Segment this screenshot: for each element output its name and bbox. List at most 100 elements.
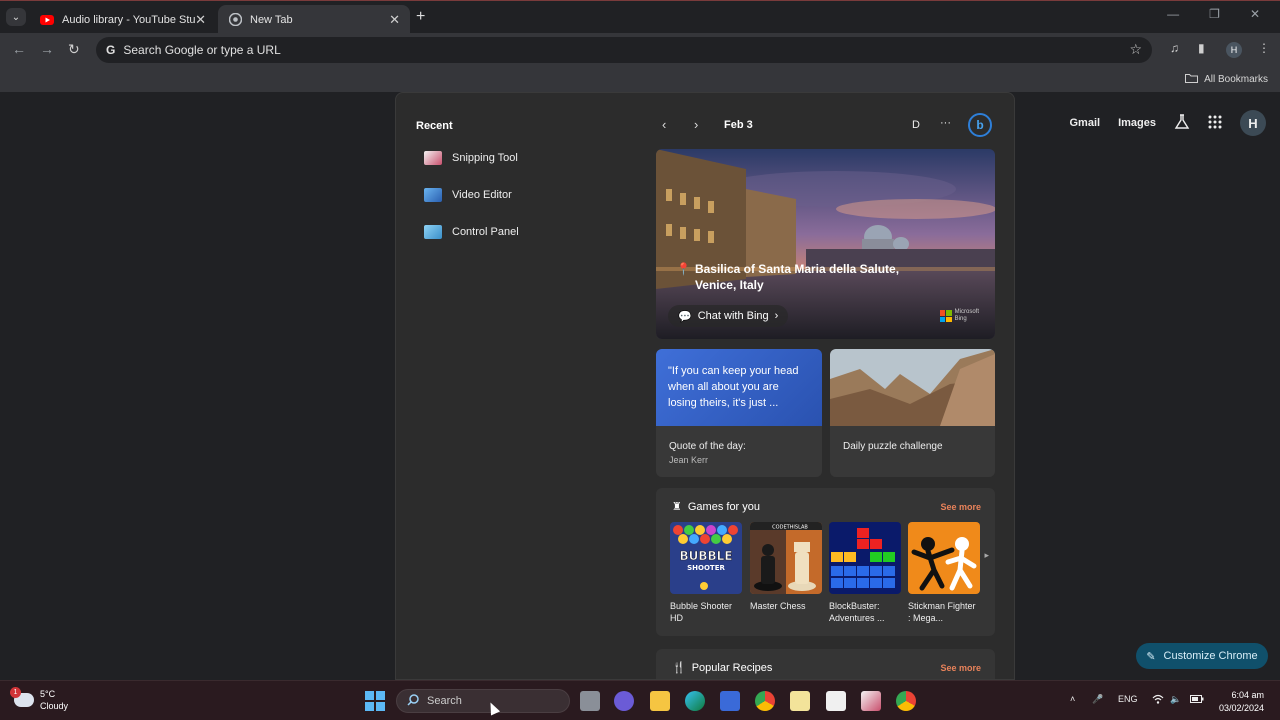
labs-flask-icon[interactable] bbox=[1174, 113, 1190, 133]
notepad-icon[interactable] bbox=[790, 691, 810, 711]
master-chess-thumbnail: CODETHISLAB bbox=[750, 522, 822, 594]
game-name: BlockBuster: Adventures ... bbox=[829, 601, 885, 623]
chrome-taskbar-icon[interactable] bbox=[755, 691, 775, 711]
svg-text:SHOOTER: SHOOTER bbox=[687, 564, 725, 572]
system-clock[interactable]: 6:04 am 03/02/2024 bbox=[1219, 689, 1264, 715]
chevron-up-icon[interactable]: ˄ bbox=[1070, 694, 1075, 704]
recent-item-label: Snipping Tool bbox=[452, 152, 518, 164]
capcut-icon[interactable] bbox=[826, 691, 846, 711]
tab-youtube-studio[interactable]: Audio library - YouTube Studio ✕ bbox=[30, 5, 216, 34]
more-options-icon[interactable]: ··· bbox=[940, 117, 951, 129]
snipping-tool-icon bbox=[424, 151, 442, 165]
teams-chat-icon[interactable] bbox=[614, 691, 634, 711]
close-icon[interactable]: ✕ bbox=[389, 12, 400, 28]
folder-icon bbox=[1185, 73, 1199, 86]
notification-badge: 1 bbox=[10, 687, 21, 698]
game-tile-bubble-shooter[interactable]: BUBBLE SHOOTER Bubble Shooter HD bbox=[670, 522, 742, 624]
bookmark-star-icon[interactable]: ☆ bbox=[1129, 41, 1142, 58]
tab-new-tab[interactable]: New Tab ✕ bbox=[218, 5, 410, 34]
store-icon[interactable] bbox=[720, 691, 740, 711]
address-bar[interactable]: G Search Google or type a URL ☆ bbox=[96, 37, 1152, 63]
tab-strip: ⌄ Audio library - YouTube Studio ✕ New T… bbox=[0, 0, 1280, 34]
microsoft-bing-logo: Microsoft Bing bbox=[939, 309, 979, 323]
hero-location-text: Basilica of Santa Maria della Salute, Ve… bbox=[694, 262, 900, 292]
chat-bubble-icon: 💬 bbox=[678, 310, 692, 323]
svg-text:CODETHISLAB: CODETHISLAB bbox=[772, 525, 808, 531]
chrome-taskbar-icon-2[interactable] bbox=[896, 691, 916, 711]
recent-item-control-panel[interactable]: Control Panel bbox=[424, 225, 519, 239]
restore-icon[interactable]: ❐ bbox=[1209, 7, 1220, 21]
side-panel-icon[interactable]: ▮ bbox=[1198, 41, 1205, 55]
chat-with-bing-label: Chat with Bing bbox=[697, 310, 769, 322]
volume-icon[interactable]: 🔈 bbox=[1170, 694, 1181, 705]
customize-chrome-button[interactable]: ✎ Customize Chrome bbox=[1136, 643, 1268, 669]
stickman-fighter-thumbnail bbox=[908, 522, 980, 594]
game-tile-master-chess[interactable]: CODETHISLAB Master Chess bbox=[750, 522, 822, 612]
canyon-image bbox=[830, 349, 995, 426]
microphone-icon[interactable]: 🎤 bbox=[1092, 694, 1103, 705]
close-window-icon[interactable]: ✕ bbox=[1250, 7, 1260, 21]
minimize-icon[interactable]: — bbox=[1167, 7, 1179, 21]
chevron-right-icon[interactable]: › bbox=[694, 117, 698, 132]
clock-time: 6:04 am bbox=[1231, 690, 1264, 700]
bubble-shooter-thumbnail: BUBBLE SHOOTER bbox=[670, 522, 742, 594]
recent-item-label: Control Panel bbox=[452, 226, 519, 238]
browser-toolbar: ← → ↻ G Search Google or type a URL ☆ ♫ … bbox=[0, 33, 1280, 67]
customize-chrome-label: Customize Chrome bbox=[1163, 650, 1258, 662]
quote-of-the-day-card[interactable]: "If you can keep your head when all abou… bbox=[656, 349, 822, 477]
profile-avatar[interactable]: H bbox=[1226, 42, 1242, 58]
daily-puzzle-card[interactable]: Daily puzzle challenge bbox=[830, 349, 995, 477]
wifi-icon[interactable] bbox=[1152, 694, 1164, 706]
pencil-icon: ✎ bbox=[1146, 650, 1156, 663]
weather-widget[interactable]: 1 5°C Cloudy bbox=[10, 687, 68, 712]
recent-title: Recent bbox=[416, 120, 453, 132]
forward-icon[interactable]: → bbox=[40, 41, 54, 57]
file-explorer-icon[interactable] bbox=[650, 691, 670, 711]
media-control-icon[interactable]: ♫ bbox=[1170, 41, 1179, 55]
chrome-icon bbox=[228, 13, 242, 27]
scroll-right-icon[interactable]: ▸ bbox=[984, 550, 989, 561]
puzzle-label: Daily puzzle challenge bbox=[843, 441, 943, 452]
taskbar-search-box[interactable]: Search bbox=[396, 689, 570, 713]
snipping-tool-taskbar-icon[interactable] bbox=[861, 691, 881, 711]
gmail-link[interactable]: Gmail bbox=[1070, 117, 1101, 129]
chat-with-bing-button[interactable]: 💬 Chat with Bing › bbox=[668, 305, 789, 327]
tab-search-button[interactable]: ⌄ bbox=[6, 8, 26, 26]
quote-label: Quote of the day: bbox=[669, 441, 746, 452]
game-name: Bubble Shooter HD bbox=[670, 601, 733, 623]
recipes-title: 🍴 Popular Recipes bbox=[672, 661, 772, 675]
games-card: ♜ Games for you See more BUBBLE SHOOTER … bbox=[656, 488, 995, 636]
google-nav: Gmail Images H bbox=[1070, 110, 1266, 136]
chevron-left-icon[interactable]: ‹ bbox=[662, 117, 666, 132]
user-initial[interactable]: D bbox=[912, 119, 920, 131]
games-see-more-link[interactable]: See more bbox=[940, 502, 981, 512]
apps-grid-icon[interactable] bbox=[1208, 115, 1222, 132]
recent-item-snipping-tool[interactable]: Snipping Tool bbox=[424, 151, 518, 165]
back-icon[interactable]: ← bbox=[12, 41, 26, 57]
recent-item-video-editor[interactable]: Video Editor bbox=[424, 188, 512, 202]
menu-icon[interactable]: ⋮ bbox=[1258, 41, 1270, 55]
task-view-icon[interactable] bbox=[580, 691, 600, 711]
google-icon: G bbox=[106, 43, 116, 57]
close-icon[interactable]: ✕ bbox=[195, 12, 206, 28]
new-tab-button[interactable]: + bbox=[416, 8, 425, 26]
game-tile-blockbuster[interactable]: BlockBuster: Adventures ... bbox=[829, 522, 901, 624]
widgets-panel: Recent Snipping Tool Video Editor Contro… bbox=[395, 92, 1015, 680]
edge-icon[interactable] bbox=[685, 691, 705, 711]
language-indicator[interactable]: ENG bbox=[1118, 694, 1138, 704]
chevron-right-icon: › bbox=[774, 310, 779, 322]
google-account-avatar[interactable]: H bbox=[1240, 110, 1266, 136]
images-link[interactable]: Images bbox=[1118, 117, 1156, 129]
reload-icon[interactable]: ↻ bbox=[68, 41, 80, 58]
blockbuster-thumbnail bbox=[829, 522, 901, 594]
battery-icon[interactable] bbox=[1190, 694, 1204, 706]
recipes-card: 🍴 Popular Recipes See more bbox=[656, 649, 995, 679]
all-bookmarks-button[interactable]: All Bookmarks bbox=[1185, 73, 1268, 86]
game-name: Stickman Fighter : Mega... bbox=[908, 601, 976, 623]
windows-start-icon[interactable] bbox=[365, 691, 385, 711]
recipes-see-more-link[interactable]: See more bbox=[940, 663, 981, 673]
game-tile-stickman-fighter[interactable]: Stickman Fighter : Mega... bbox=[908, 522, 980, 624]
widgets-header: ‹ › Feb 3 D ··· b bbox=[662, 113, 996, 137]
hero-image-card[interactable]: 📍 Basilica of Santa Maria della Salute, … bbox=[656, 149, 995, 339]
bing-icon[interactable]: b bbox=[968, 113, 992, 137]
